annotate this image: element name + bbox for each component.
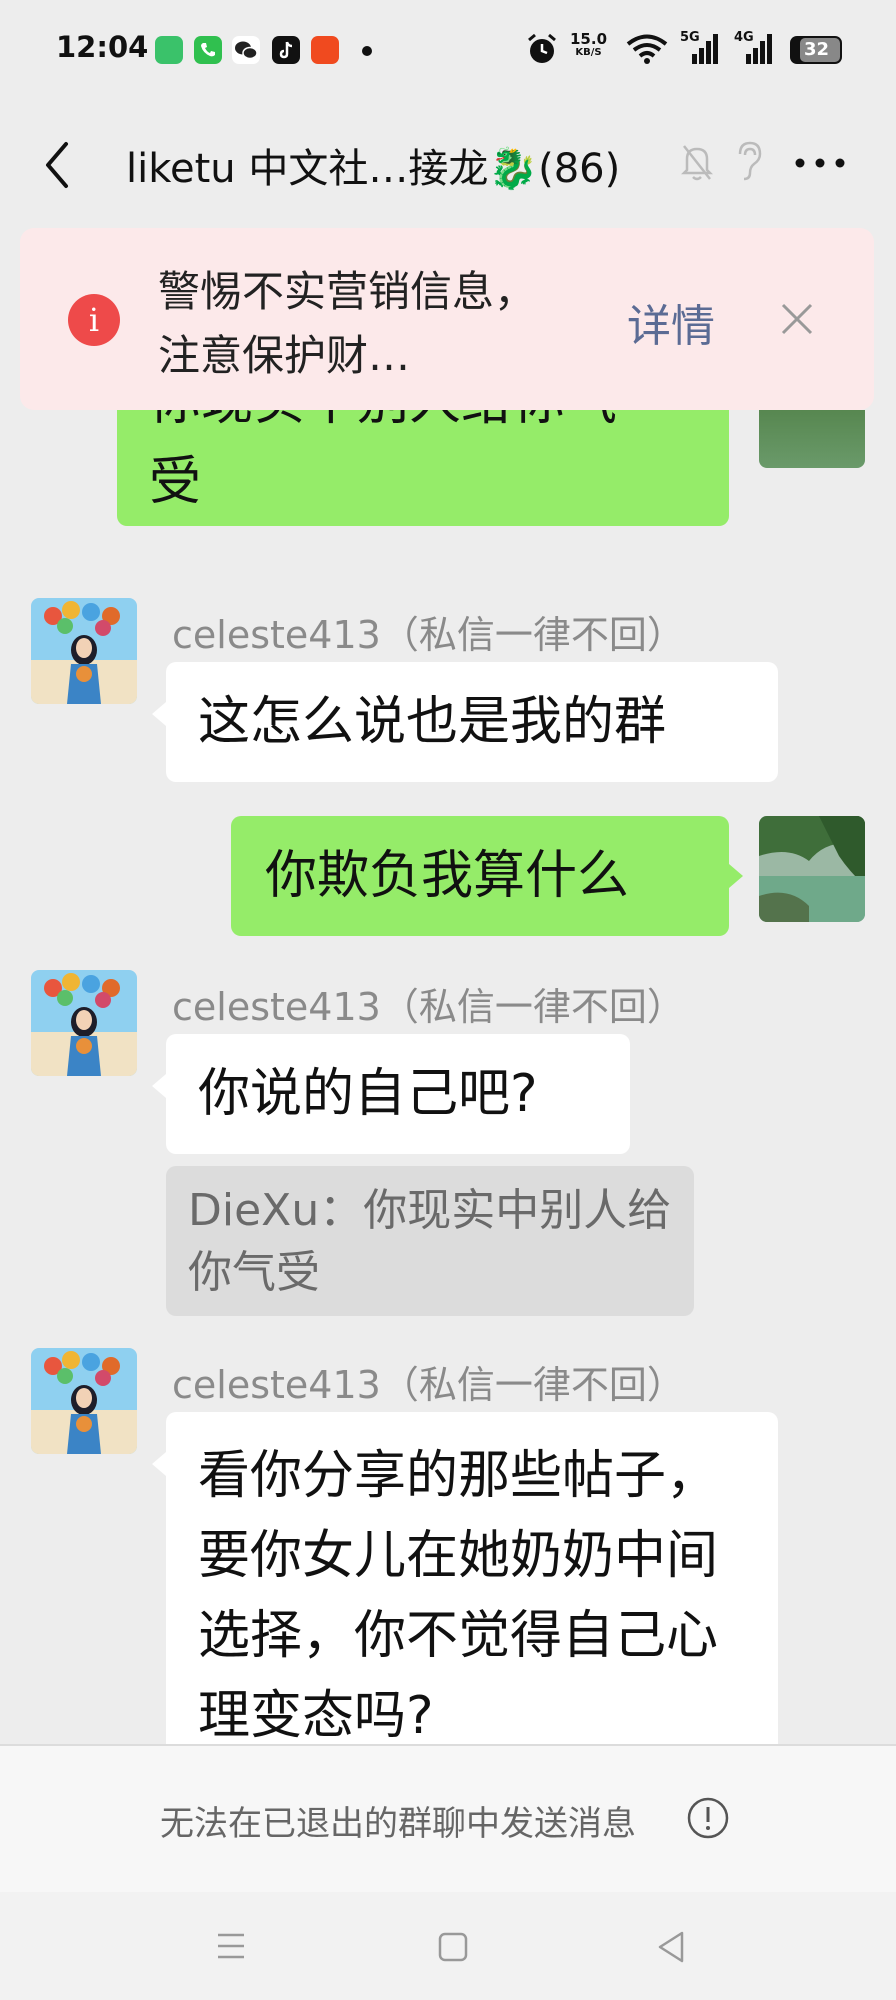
sender-name: celeste413（私信一律不回） [172,1363,685,1407]
message-bubble[interactable]: 你说的自己吧? [166,1034,630,1154]
ear-icon [738,141,762,181]
bubble-tail [152,1452,166,1476]
bubble-tail [152,1074,166,1098]
message-text: 你现实中别人给你气受 [149,410,617,512]
message-text: 这怎么说也是我的群 [198,692,667,752]
info-icon: i [68,294,120,346]
detail-link[interactable]: 详情 [627,290,715,354]
network-speed: 15.0 KB/S [570,30,608,59]
bell-muted-icon [681,145,713,181]
message-text: 你说的自己吧? [198,1064,538,1124]
quote-text: DieXu：你现实中别人给你气受 [188,1185,672,1298]
avatar[interactable] [31,1348,137,1454]
my-message-bubble[interactable]: 你欺负我算什么 [231,816,729,936]
avatar[interactable] [31,970,137,1076]
avatar[interactable] [31,598,137,704]
tiktok-app-icon [272,36,300,64]
warning-text: 警惕不实营销信息，注意保护财… [158,267,537,380]
alarm-icon [528,33,556,63]
wifi-icon [626,34,668,64]
chat-title[interactable]: liketu 中文社…接龙🐉(86) [126,136,620,194]
menu-icon[interactable] [216,1932,246,1960]
my-message-bubble[interactable]: 你现实中别人给你气受 [117,410,729,526]
message-text: 你欺负我算什么 [265,846,630,906]
status-bar: 12:04 15.0 KB/S 5G 4G 32 [0,0,896,100]
message-text: 看你分享的那些帖子，要你女儿在她奶奶中间选择，你不觉得自己心理变态吗? [198,1446,719,1744]
exclamation-circle-icon[interactable] [686,1796,730,1840]
phone-app-icon [194,36,222,64]
back-button[interactable] [42,140,72,190]
bubble-tail [152,702,166,726]
shopping-app-icon [311,36,339,64]
bubble-tail [729,864,743,888]
message-bubble[interactable]: 看你分享的那些帖子，要你女儿在她奶奶中间选择，你不觉得自己心理变态吗? [166,1412,778,1744]
message-bubble[interactable]: 这怎么说也是我的群 [166,662,778,782]
message-list: 你现实中别人给你气受 celeste413（私信一律不回） 这怎么说也是我的群 … [0,410,896,1744]
signal-bars-icon [692,34,718,64]
exited-group-notice: 无法在已退出的群聊中发送消息 [160,1804,636,1844]
sender-name: celeste413（私信一律不回） [172,613,685,657]
my-avatar[interactable] [759,816,865,922]
battery-icon: 32 [790,36,842,64]
messages-app-icon [155,36,183,64]
home-icon[interactable] [437,1931,469,1963]
wechat-app-icon [232,36,260,64]
clock: 12:04 [56,30,149,64]
sender-name: celeste413（私信一律不回） [172,985,685,1029]
notification-dot [362,46,372,56]
back-nav-icon[interactable] [656,1930,686,1964]
more-button[interactable] [794,155,846,171]
close-button[interactable] [780,302,814,336]
my-avatar[interactable] [759,410,865,468]
quoted-message[interactable]: DieXu：你现实中别人给你气受 [166,1166,694,1316]
signal-bars-2-icon [746,34,772,64]
